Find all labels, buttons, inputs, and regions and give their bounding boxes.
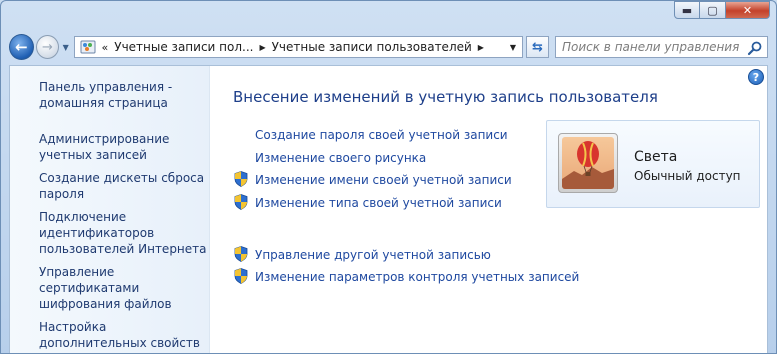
breadcrumb-separator-icon[interactable]: ▶ <box>259 43 265 52</box>
address-bar[interactable]: « Учетные записи пол... ▶ Учетные записи… <box>73 36 523 58</box>
sidebar-link-reset-disk[interactable]: Создание дискеты сброса пароля <box>39 170 207 202</box>
uac-shield-icon <box>234 268 248 284</box>
back-button[interactable]: ← <box>9 34 34 60</box>
breadcrumb-separator-icon[interactable]: ▶ <box>478 43 484 52</box>
content-area: Панель управления - домашняя страница Ад… <box>9 65 768 353</box>
sidebar-link-control-panel-home[interactable]: Панель управления - домашняя страница <box>39 79 207 111</box>
user-account-type: Обычный доступ <box>634 169 741 183</box>
search-input[interactable] <box>561 40 767 54</box>
close-button[interactable]: ✕ <box>726 1 770 19</box>
caption-buttons: ▬ ▢ ✕ <box>674 1 770 19</box>
sidebar: Панель управления - домашняя страница Ад… <box>10 66 210 353</box>
task-change-type[interactable]: Изменение типа своей учетной записи <box>255 196 502 210</box>
search-icon[interactable] <box>747 40 763 56</box>
task-change-picture[interactable]: Изменение своего рисунка <box>255 151 426 165</box>
breadcrumb-current[interactable]: Учетные записи пользователей <box>272 40 472 54</box>
forward-arrow-icon: → <box>42 39 53 55</box>
page-title: Внесение изменений в учетную запись поль… <box>233 88 658 106</box>
balloon-avatar <box>562 137 614 189</box>
minimize-button[interactable]: ▬ <box>674 1 700 19</box>
refresh-icon: ⇆ <box>532 39 543 55</box>
sidebar-link-profile-settings[interactable]: Настройка дополнительных свойств профиля… <box>39 319 207 353</box>
address-overflow-chevron[interactable]: « <box>102 41 109 54</box>
search-box[interactable] <box>554 36 768 58</box>
navigation-bar: ← → ▼ « Учетные записи пол... ▶ Учетные … <box>9 33 768 61</box>
address-dropdown-button[interactable]: ▼ <box>504 37 522 57</box>
task-uac-settings[interactable]: Изменение параметров контроля учетных за… <box>255 270 579 284</box>
help-icon[interactable]: ? <box>748 69 764 85</box>
refresh-button[interactable]: ⇆ <box>525 36 549 58</box>
forward-button[interactable]: → <box>35 35 59 59</box>
window: ▬ ▢ ✕ ← → ▼ « Учетные записи пол... ▶ Уч… <box>0 0 777 354</box>
avatar[interactable] <box>558 133 618 193</box>
sidebar-link-manage-accounts[interactable]: Администрирование учетных записей <box>39 131 207 163</box>
uac-shield-icon <box>234 246 248 262</box>
sidebar-link-certificates[interactable]: Управление сертификатами шифрования файл… <box>39 264 207 312</box>
task-change-name[interactable]: Изменение имени своей учетной записи <box>255 173 512 187</box>
uac-shield-icon <box>234 194 248 210</box>
task-manage-other-account[interactable]: Управление другой учетной записью <box>255 248 491 262</box>
control-panel-icon <box>79 39 97 55</box>
user-account-card: Света Обычный доступ <box>546 120 760 208</box>
main-panel: ? Внесение изменений в учетную запись по… <box>210 66 767 353</box>
task-create-password[interactable]: Создание пароля своей учетной записи <box>255 128 508 142</box>
uac-shield-icon <box>234 171 248 187</box>
sidebar-link-online-ids[interactable]: Подключение идентификаторов пользователе… <box>39 209 207 257</box>
user-name: Света <box>634 149 678 165</box>
back-arrow-icon: ← <box>15 38 28 56</box>
recent-pages-dropdown[interactable]: ▼ <box>61 43 71 52</box>
breadcrumb-user-accounts[interactable]: Учетные записи пол... <box>114 40 253 54</box>
maximize-button[interactable]: ▢ <box>700 1 726 19</box>
